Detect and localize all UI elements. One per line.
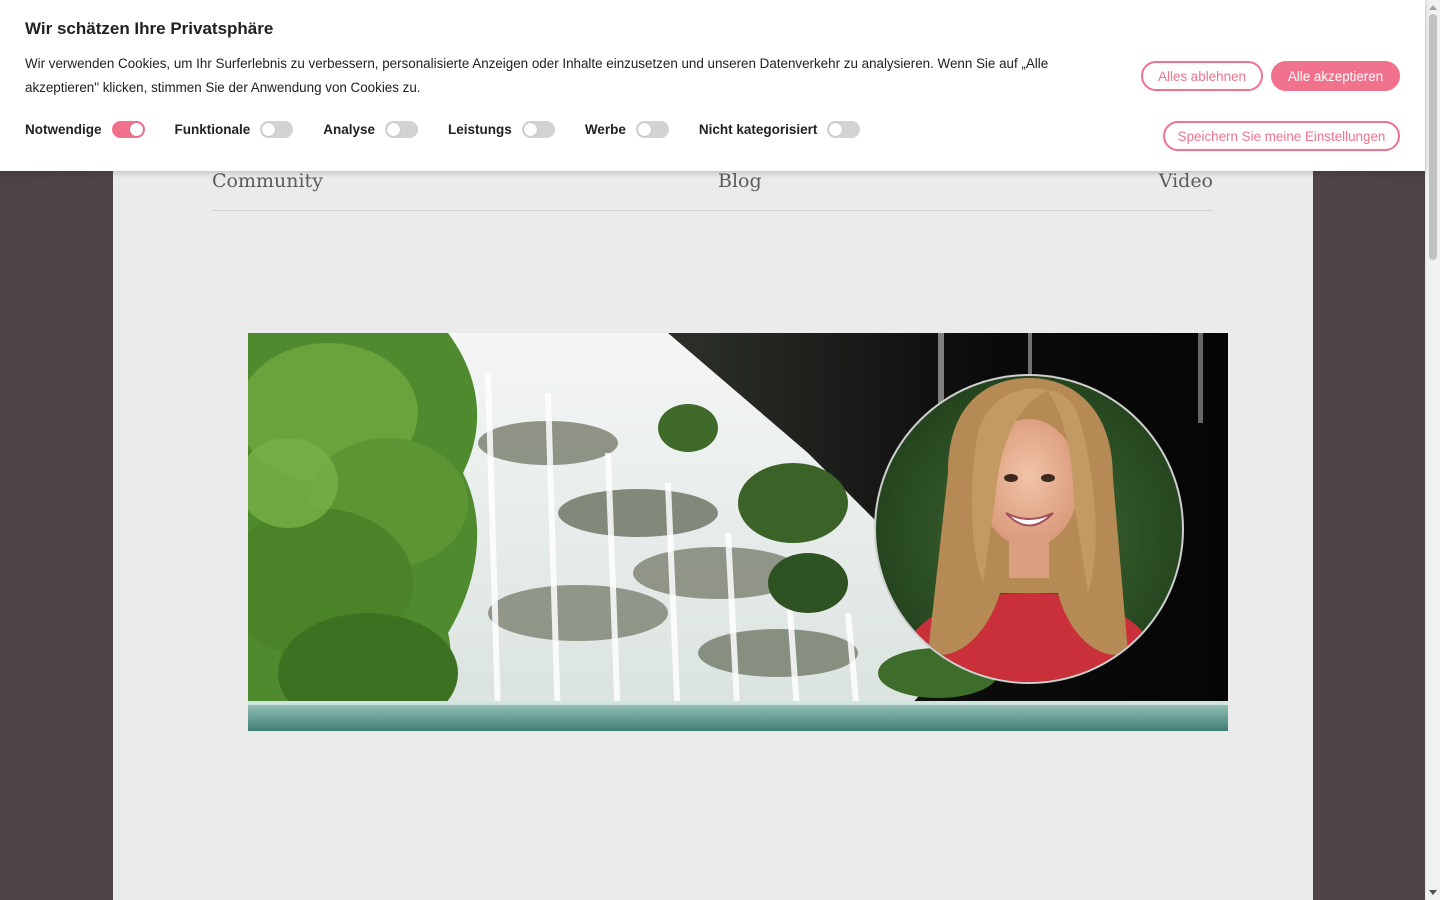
toggle-werbe: Werbe	[584, 120, 669, 138]
toggle-knob	[262, 122, 276, 136]
hero-image	[248, 333, 1228, 731]
toggle-knob	[637, 122, 651, 136]
toggle-label-notwendige: Notwendige	[25, 121, 102, 137]
cookie-banner-title: Wir schätzen Ihre Privatsphäre	[25, 19, 274, 38]
toggle-label-nicht-kategorisiert: Nicht kategorisiert	[698, 121, 818, 137]
toggle-nicht-kategorisiert: Nicht kategorisiert	[698, 120, 861, 138]
waterfall-portrait-illustration	[248, 333, 1228, 731]
nav-link-video[interactable]: Video	[1159, 170, 1213, 192]
scroll-thumb[interactable]	[1429, 14, 1437, 260]
toggle-notwendige: Notwendige	[25, 120, 145, 138]
toggle-label-analyse: Analyse	[323, 121, 376, 137]
toggle-knob	[129, 122, 143, 136]
main-nav: Community Blog Video	[212, 166, 1213, 211]
toggle-analyse: Analyse	[323, 120, 419, 138]
toggle-knob	[523, 122, 537, 136]
toggle-switch-leistungs[interactable]	[521, 120, 555, 138]
nav-link-blog[interactable]: Blog	[718, 170, 762, 192]
toggle-knob	[829, 122, 843, 136]
reject-all-button[interactable]: Alles ablehnen	[1141, 61, 1263, 91]
cookie-banner-text: Wir verwenden Cookies, um Ihr Surferlebn…	[25, 56, 1049, 95]
toggle-knob	[387, 122, 401, 136]
toggle-switch-analyse[interactable]	[385, 120, 419, 138]
nav-link-community[interactable]: Community	[212, 170, 323, 192]
accept-all-button[interactable]: Alle akzeptieren	[1271, 61, 1400, 91]
toggle-switch-funktionale[interactable]	[260, 120, 294, 138]
toggle-label-funktionale: Funktionale	[174, 121, 251, 137]
toggle-switch-nicht-kategorisiert[interactable]	[827, 120, 861, 138]
toggle-switch-werbe[interactable]	[635, 120, 669, 138]
toggle-funktionale: Funktionale	[174, 120, 294, 138]
toggle-label-leistungs: Leistungs	[448, 121, 512, 137]
page-scrollbar[interactable]	[1425, 0, 1440, 900]
cookie-category-toggles: Notwendige Funktionale Analyse Leistungs…	[25, 118, 890, 140]
cookie-consent-banner: Wir schätzen Ihre Privatsphäre Wir verwe…	[0, 0, 1425, 171]
scroll-up-arrow-icon[interactable]	[1429, 5, 1437, 10]
save-preferences-button[interactable]: Speichern Sie meine Einstellungen	[1163, 121, 1400, 151]
scroll-down-arrow-icon[interactable]	[1429, 890, 1437, 895]
toggle-switch-notwendige[interactable]	[111, 120, 145, 138]
toggle-leistungs: Leistungs	[448, 120, 555, 138]
toggle-label-werbe: Werbe	[584, 121, 626, 137]
